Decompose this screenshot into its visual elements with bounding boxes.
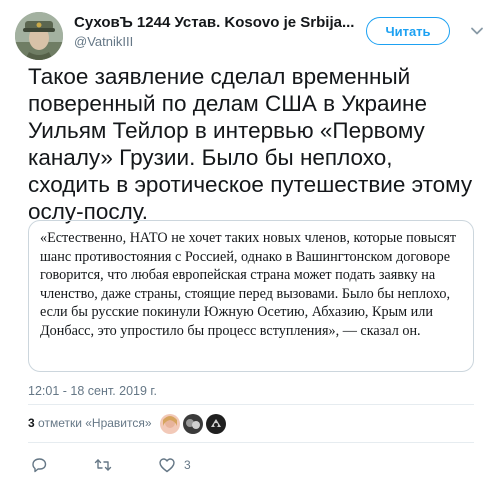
liker-avatar-1[interactable]	[160, 414, 180, 434]
liker-avatar-2-icon	[183, 414, 203, 434]
quote-text: «Естественно, НАТО не хочет таких новых …	[40, 230, 457, 339]
retweet-button[interactable]	[94, 456, 112, 474]
user-avatar-icon	[15, 12, 63, 60]
chevron-down-icon[interactable]	[470, 24, 484, 38]
quote-card: «Естественно, НАТО не хочет таких новых …	[28, 220, 474, 372]
likes-summary[interactable]: 3 отметки «Нравится»	[28, 416, 152, 430]
divider	[28, 404, 474, 405]
user-avatar[interactable]	[15, 12, 63, 60]
liker-avatar-3-icon	[206, 414, 226, 434]
likes-count: 3	[28, 416, 35, 430]
liker-avatar-1-icon	[160, 414, 180, 434]
reply-icon	[32, 458, 47, 473]
tweet-text: Такое заявление сделал временный поверен…	[28, 64, 473, 224]
like-button[interactable]: 3	[158, 456, 191, 474]
divider	[28, 442, 474, 443]
retweet-icon	[94, 459, 112, 471]
liker-avatar-2[interactable]	[183, 414, 203, 434]
follow-button[interactable]: Читать	[366, 17, 450, 45]
tweet-timestamp[interactable]: 12:01 - 18 сент. 2019 г.	[28, 384, 157, 398]
likes-label: отметки «Нравится»	[38, 416, 152, 430]
reply-button[interactable]	[30, 456, 48, 474]
like-count: 3	[184, 458, 191, 472]
user-handle[interactable]: @VatnikIII	[74, 34, 133, 49]
tweet-actions: 3	[0, 450, 502, 480]
liker-avatar-3[interactable]	[206, 414, 226, 434]
user-display-name[interactable]: СуховЪ 1244 Устав. Kosovo je Srbija...	[74, 14, 354, 31]
heart-icon	[159, 458, 175, 473]
